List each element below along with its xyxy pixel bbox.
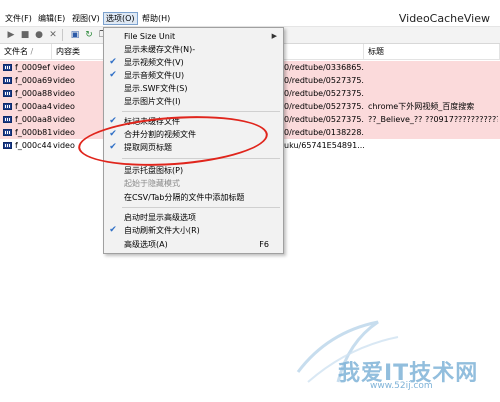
cell-url: 0/redtube/0527375... (284, 89, 364, 98)
cell-title (368, 139, 498, 152)
video-file-icon (3, 64, 12, 71)
cell-url: 0/redtube/0527375... (284, 102, 364, 111)
cell-filename: f_0009ef (15, 63, 50, 72)
checkmark-icon: ✔ (109, 70, 117, 80)
cell-filename: f_000aa8 (15, 115, 52, 124)
menu-help[interactable]: 帮助(H) (140, 12, 172, 25)
play-icon[interactable]: ▶ (6, 30, 16, 40)
toolbar-divider (62, 29, 63, 41)
cell-filename: f_000c44 (15, 141, 52, 150)
menu-item-csv-headers[interactable]: 在CSV/Tab分隔的文件中添加标题 (104, 191, 283, 204)
video-file-icon (3, 90, 12, 97)
save-icon[interactable]: ▣ (70, 30, 80, 40)
cell-type: video (53, 102, 75, 111)
column-content-type[interactable]: 内容类 (52, 44, 104, 60)
column-filename[interactable]: 文件名 / (0, 44, 52, 60)
menu-options[interactable]: 选项(O) (103, 12, 138, 25)
menu-item-advanced-options[interactable]: 高级选项(A) F6 (104, 238, 283, 251)
checkmark-icon: ✔ (109, 57, 117, 67)
menu-item-show-swf[interactable]: 显示.SWF文件(S) (104, 82, 283, 95)
window-title: VideoCacheView (398, 12, 490, 25)
delete-icon[interactable]: ✕ (48, 30, 58, 40)
cell-title: ??_Believe_?? ??0917??????????????? (368, 115, 498, 124)
cell-type: video (53, 115, 75, 124)
menu-file[interactable]: 文件(F) (3, 12, 34, 25)
menu-item-show-video[interactable]: ✔ 显示视频文件(V) (104, 56, 283, 69)
cell-url: 0/redtube/0336865... (284, 63, 364, 72)
cell-filename: f_000a88 (15, 89, 53, 98)
menu-item-show-images[interactable]: 显示图片文件(I) (104, 95, 283, 108)
menu-divider (122, 111, 280, 112)
column-title[interactable]: 标题 (364, 44, 500, 60)
stop-icon[interactable]: ■ (20, 30, 30, 40)
cell-url: 0/redtube/0527375... (284, 76, 364, 85)
cell-title (368, 74, 498, 87)
cell-filename: f_000aa4 (15, 102, 52, 111)
video-file-icon (3, 142, 12, 149)
menu-item-show-audio[interactable]: ✔ 显示音频文件(U) (104, 69, 283, 82)
cell-type: video (53, 89, 75, 98)
cell-title: chrome下外网视频_百度搜索 (368, 102, 475, 111)
menu-item-auto-refresh-size[interactable]: ✔ 自动刷新文件大小(R) (104, 224, 283, 237)
menu-view[interactable]: 视图(V) (70, 12, 102, 25)
checkmark-icon: ✔ (109, 225, 117, 235)
menu-item-advanced-on-start[interactable]: 启动时显示高级选项 (104, 211, 283, 224)
video-file-icon (3, 103, 12, 110)
cell-title (368, 87, 498, 100)
record-icon[interactable]: ● (34, 30, 44, 40)
menu-item-file-size-unit[interactable]: File Size Unit ▶ (104, 30, 283, 43)
menu-bar: 文件(F) 编辑(E) 视图(V) 选项(O) 帮助(H) VideoCache… (0, 10, 500, 27)
video-file-icon (3, 129, 12, 136)
watermark-url: www.52ij.com (370, 381, 433, 391)
video-file-icon (3, 77, 12, 84)
submenu-arrow-icon: ▶ (271, 32, 277, 40)
cell-url: 0/redtube/0527375... (284, 115, 364, 124)
menu-item-show-uncached[interactable]: 显示未缓存文件(N)- (104, 43, 283, 56)
app-window: 文件(F) 编辑(E) 视图(V) 选项(O) 帮助(H) VideoCache… (0, 0, 500, 402)
video-file-icon (3, 116, 12, 123)
menu-edit[interactable]: 编辑(E) (36, 12, 67, 25)
refresh-icon[interactable]: ↻ (84, 30, 94, 40)
cell-filename: f_000b81 (15, 128, 53, 137)
cell-url: 0/redtube/0138228... (284, 128, 364, 137)
cell-url: uku/65741E54891... (284, 141, 364, 150)
sort-arrow-icon: / (30, 47, 34, 56)
cell-title (368, 126, 498, 139)
menu-item-show-tray-icon[interactable]: 显示托盘图标(P) (104, 164, 283, 177)
menu-divider (122, 207, 280, 208)
cell-filename: f_000a69 (15, 76, 53, 85)
cell-type: video (53, 63, 75, 72)
shortcut-label: F6 (259, 240, 269, 249)
cell-type: video (53, 76, 75, 85)
menu-item-start-hidden: 起始于隐藏模式 (124, 179, 180, 188)
cell-title (368, 61, 498, 74)
